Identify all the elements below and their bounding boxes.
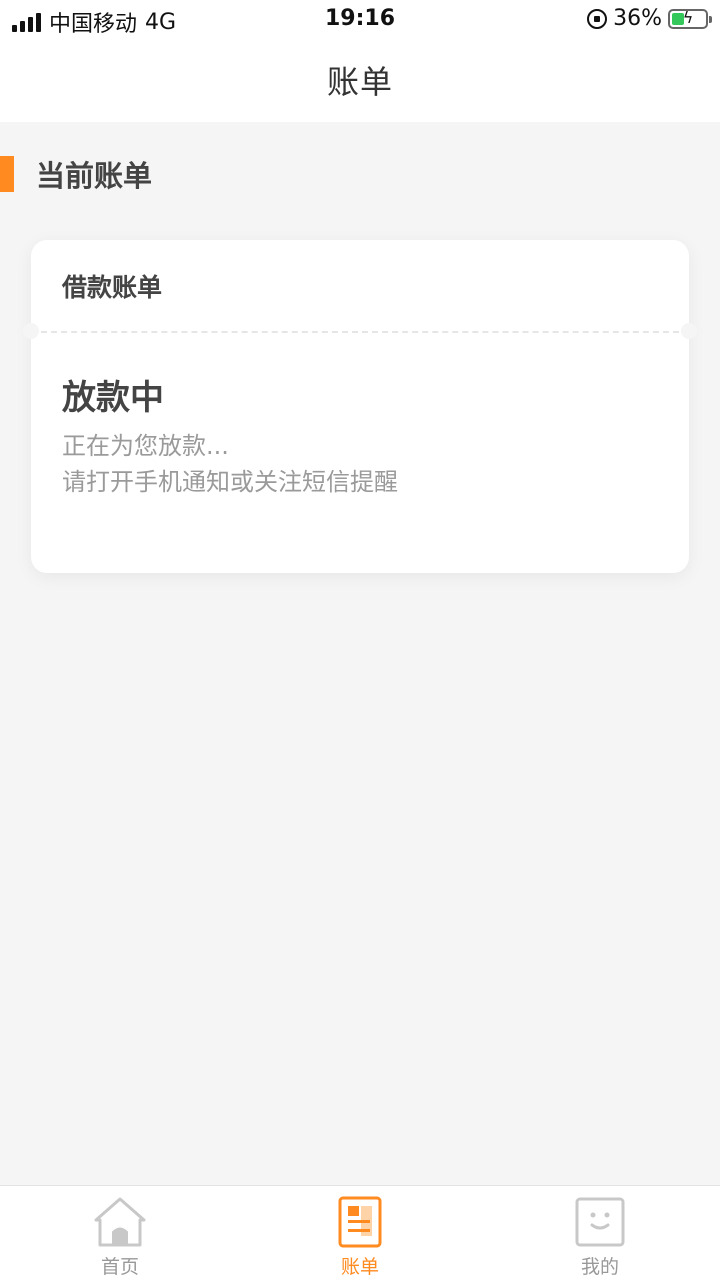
app-screen: 中国移动 4G 19:16 36% ϟ 账单 当前账单 借款账单 放款中 正在为 <box>0 0 720 1280</box>
tab-home-label: 首页 <box>100 1256 139 1278</box>
card-notch-right <box>681 323 697 339</box>
tab-profile-label: 我的 <box>580 1256 619 1278</box>
card-body: 放款中 正在为您放款... 请打开手机通知或关注短信提醒 <box>31 332 689 499</box>
nav-bar: 账单 <box>0 38 720 122</box>
loan-status-line-1: 正在为您放款... <box>62 432 229 460</box>
charging-bolt-icon: ϟ <box>682 7 694 27</box>
tab-home[interactable]: 首页 <box>0 1186 240 1280</box>
page-title: 账单 <box>326 63 393 101</box>
status-right: 36% ϟ <box>587 6 712 31</box>
tab-bill[interactable]: 账单 <box>240 1186 480 1280</box>
card-dashed-divider <box>31 331 689 333</box>
status-bar: 中国移动 4G 19:16 36% ϟ <box>0 0 720 38</box>
profile-icon <box>570 1194 630 1250</box>
home-icon <box>90 1194 150 1250</box>
battery-percent: 36% <box>613 6 662 31</box>
tab-bill-label: 账单 <box>340 1256 379 1278</box>
loan-status-title: 放款中 <box>62 378 164 418</box>
battery-icon: ϟ <box>668 7 712 29</box>
section-accent-bar <box>0 156 14 192</box>
card-header-title: 借款账单 <box>62 273 163 302</box>
tab-profile[interactable]: 我的 <box>480 1186 720 1280</box>
section-header: 当前账单 <box>0 152 152 196</box>
loan-status-line-2: 请打开手机通知或关注短信提醒 <box>62 468 398 496</box>
card-header: 借款账单 <box>31 240 689 332</box>
card-notch-left <box>23 323 39 339</box>
bottom-tab-bar: 首页 账单 我的 <box>0 1185 720 1280</box>
loan-bill-card[interactable]: 借款账单 放款中 正在为您放款... 请打开手机通知或关注短信提醒 <box>23 240 697 573</box>
section-title: 当前账单 <box>36 159 153 193</box>
bill-icon <box>330 1194 390 1250</box>
rotation-lock-icon <box>587 8 608 29</box>
